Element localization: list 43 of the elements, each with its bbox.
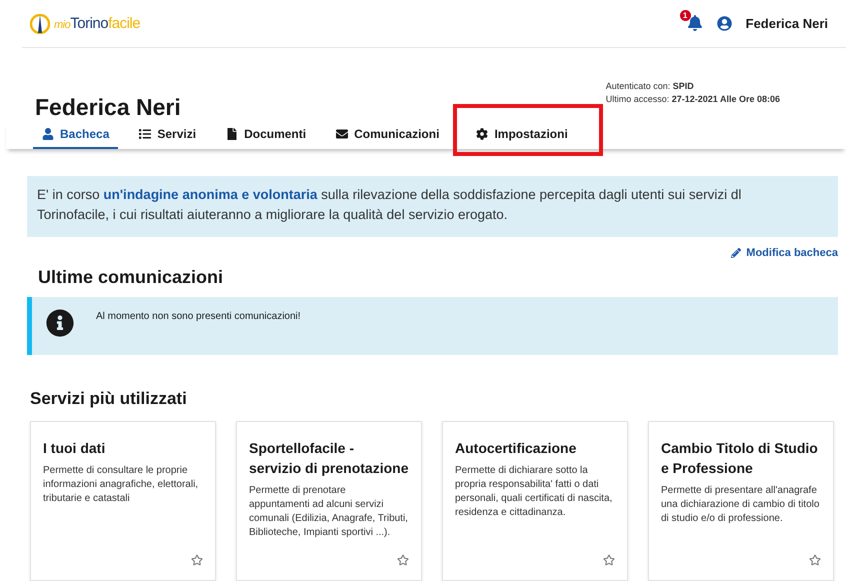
favorite-star-icon[interactable] [397, 554, 409, 566]
notification-bell-icon[interactable] [686, 14, 703, 30]
card-description: Permette di dichiarare sotto la propria responsabilita' fatti o dati personali, quali certificati di nascita, residenza e cittadinanza. [455, 464, 614, 520]
card-title: Sportellofacile - servizio di prenotazione [249, 439, 409, 478]
nav-tab[interactable]: Servizi [130, 121, 206, 149]
user-icon [42, 128, 54, 140]
service-card[interactable]: Cambio Titolo di Studio e Professione Permette di presentare all'anagrafe una dichiarazione di cambio di titolo di studio e/o di professione. [648, 421, 834, 581]
service-card[interactable]: I tuoi dati Permette di consultare le proprie informazioni anagrafiche, elettorali, tributarie e catastali [30, 421, 216, 581]
card-title: I tuoi dati [43, 439, 106, 458]
user-avatar-icon[interactable] [716, 16, 732, 31]
card-description: Permette di prenotare appuntamenti ad alcuni servizi comunali (Edilizia, Anagrafe, Tributi, Biblioteche, Impianti sportivi ...). [249, 484, 409, 540]
info-message: Al momento non sono presenti comunicazioni! [96, 311, 301, 322]
nav-tab[interactable]: Documenti [217, 121, 316, 149]
card-title: Autocertificazione [455, 439, 578, 458]
favorite-star-icon[interactable] [603, 554, 615, 566]
favorite-star-icon[interactable] [191, 554, 203, 566]
settings-icon [476, 128, 488, 140]
survey-notice: E' in corso un'indagine anonima e volontaria sulla rilevazione della soddisfazione percepita dagli utenti sui servizi dl Torinofacile, i cui risultati aiuteranno a migliorare la qualità del servizio erogato. [27, 176, 838, 237]
nav-tab[interactable]: Impostazioni [460, 111, 596, 149]
section-title: Servizi più utilizzati [30, 389, 188, 409]
card-description: Permette di consultare le proprie informazioni anagrafiche, elettorali, tributarie e catastali [43, 464, 200, 506]
info-icon [46, 309, 74, 337]
auth-info: Autenticato con: SPID [606, 80, 695, 93]
file-icon [226, 128, 238, 140]
logo-text: mioTorinofacile [54, 15, 140, 32]
nav-tab[interactable]: Comunicazioni [327, 121, 448, 149]
list-icon [139, 128, 152, 140]
favorite-star-icon[interactable] [809, 554, 821, 566]
nav-tab[interactable]: Bacheca [33, 121, 118, 149]
card-title: Cambio Titolo di Studio e Professione [661, 439, 819, 478]
pencil-icon [731, 248, 742, 258]
survey-link[interactable]: un'indagine anonima e volontaria [103, 187, 318, 202]
last-access-info: Ultimo accesso: 27-12-2021 Alle Ore 08:06 [606, 93, 780, 106]
edit-dashboard-link[interactable]: Modifica bacheca [731, 247, 838, 259]
user-name[interactable]: Federica Neri [746, 16, 828, 31]
envelope-icon [336, 128, 348, 140]
section-title: Ultime comunicazioni [38, 267, 224, 288]
logo-icon [30, 14, 50, 34]
notification-count: 1 [680, 10, 691, 20]
service-card[interactable]: Sportellofacile - servizio di prenotazione Permette di prenotare appuntamenti ad alcuni servizi comunali (Edilizia, Anagrafe, Tributi, Biblioteche, Impianti sportivi ...). [236, 421, 422, 581]
profile-name: Federica Neri [35, 94, 181, 121]
service-card[interactable]: Autocertificazione Permette di dichiarare sotto la propria responsabilita' fatti o dati personali, quali certificati di nascita, residenza e cittadinanza. [442, 421, 628, 581]
card-description: Permette di presentare all'anagrafe una dichiarazione di cambio di titolo di studio e/o di professione. [661, 484, 820, 526]
